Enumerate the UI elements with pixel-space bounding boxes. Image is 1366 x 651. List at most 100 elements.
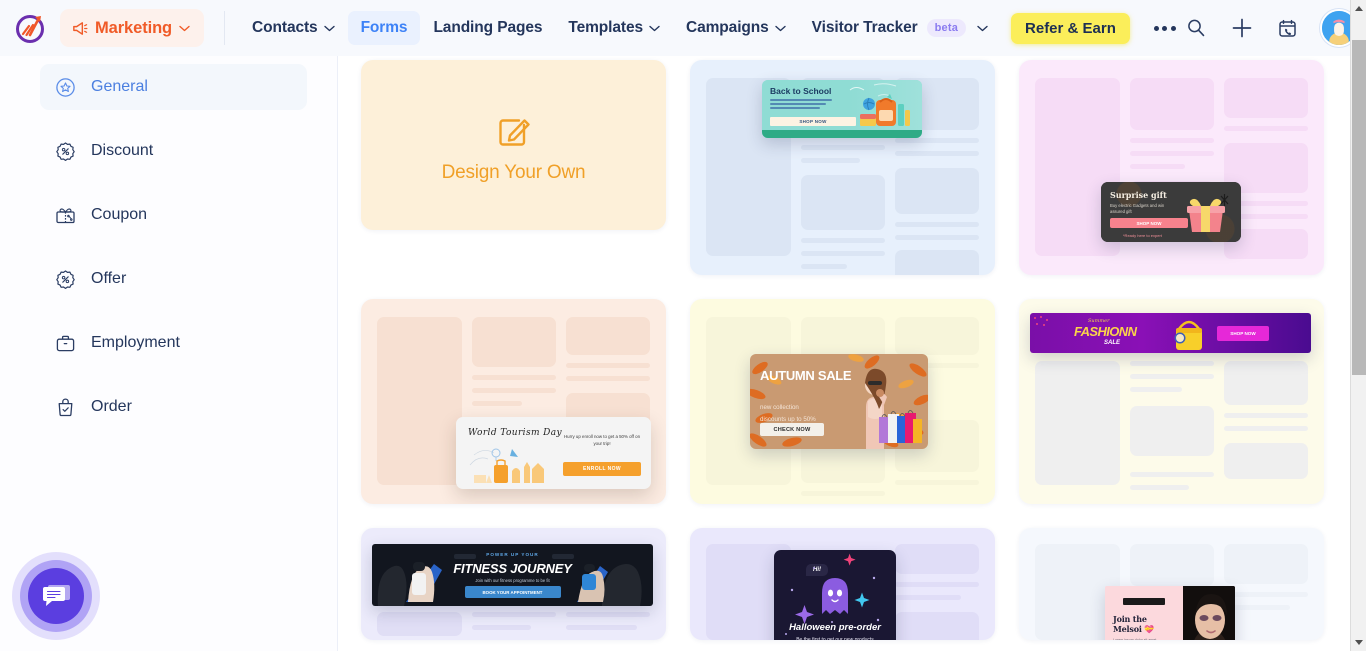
- melsoi-logo: [1123, 598, 1165, 605]
- sidebar-item-label: Offer: [91, 270, 127, 287]
- call-log-icon: [1279, 19, 1297, 37]
- sidebar-item-general[interactable]: General: [40, 64, 307, 110]
- plus-icon: [1232, 18, 1252, 38]
- dot: [1162, 25, 1168, 31]
- sidebar-item-label: Order: [91, 398, 132, 415]
- beta-badge: beta: [926, 19, 967, 37]
- sidebar-item-label: General: [91, 78, 148, 95]
- sidebar-item-coupon[interactable]: Coupon: [40, 192, 307, 238]
- banner-cta: CHECK NOW: [760, 423, 824, 436]
- nav-item-contacts[interactable]: Contacts: [239, 11, 348, 45]
- template-grid: Design Your Own Back to School SHOP NOW …: [361, 60, 1324, 640]
- banner-cta: SHOP NOW: [1217, 326, 1269, 341]
- template-wireframe: [1035, 361, 1308, 490]
- order-check-icon: [54, 396, 76, 418]
- nav-item-campaigns[interactable]: Campaigns: [673, 11, 799, 45]
- top-navigation-bar: Marketing Contacts Forms Landing Pages T…: [0, 0, 1358, 56]
- nav-label: Forms: [360, 19, 408, 36]
- megaphone-icon: [73, 21, 88, 35]
- more-options-button[interactable]: [1148, 20, 1182, 37]
- app-logo[interactable]: [10, 7, 52, 49]
- chevron-down-icon: [774, 25, 786, 31]
- banner-body: Buy electric Gadgets and win assured gif…: [1110, 203, 1165, 215]
- banner-title: FITNESS JOURNEY: [453, 561, 572, 576]
- nav-item-visitor-tracker[interactable]: Visitor Tracker beta: [799, 11, 1001, 45]
- refer-and-earn-button[interactable]: Refer & Earn: [1011, 12, 1130, 44]
- model-photo: [1183, 586, 1235, 640]
- search-icon: [1188, 19, 1205, 37]
- banner-sub-1: new collection: [760, 404, 799, 411]
- banner-title: World Tourism Day: [468, 428, 563, 438]
- template-card-summer-fashion-sale[interactable]: Summer FASHIONN SALE SHOP NOW: [1019, 299, 1324, 504]
- scroll-down-arrow-icon: [1355, 640, 1363, 645]
- page-scrollbar[interactable]: [1350, 0, 1366, 651]
- template-wireframe: [377, 612, 650, 636]
- nav-item-landing-pages[interactable]: Landing Pages: [420, 11, 555, 45]
- banner-body: Lorem ipsum dolor sit amet consectetur: [1113, 638, 1157, 640]
- top-actions: [1182, 9, 1358, 47]
- template-card-autumn-sale[interactable]: AUTUMN SALE new collection discounts up …: [690, 299, 995, 504]
- add-button[interactable]: [1228, 14, 1256, 42]
- nav-label: Visitor Tracker: [811, 19, 918, 36]
- template-card-surprise-gift[interactable]: Surprise gift Buy electric Gadgets and w…: [1019, 60, 1324, 275]
- banner-cta: BOOK YOUR APPOINTMENT: [464, 586, 561, 598]
- template-card-join-the-melsoi[interactable]: Join the Melsoi 💝 Lorem ipsum dolor sit …: [1019, 528, 1324, 640]
- surprise-gift-banner: Surprise gift Buy electric Gadgets and w…: [1101, 182, 1241, 242]
- model-portrait-illustration-icon: [1183, 586, 1235, 640]
- melsoi-form-side: Join the Melsoi 💝 Lorem ipsum dolor sit …: [1105, 586, 1183, 640]
- school-supplies-illustration-icon: [860, 94, 910, 126]
- scroll-up-button[interactable]: [1351, 0, 1366, 17]
- nav-divider: [224, 11, 226, 45]
- halloween-banner: Hi! Halloween pre-order Be the first to …: [774, 550, 896, 640]
- fashion-sale-banner: Summer FASHIONN SALE SHOP NOW: [1030, 313, 1311, 353]
- chevron-down-icon: [649, 25, 660, 31]
- gift-box-illustration-icon: [1187, 194, 1229, 232]
- banner-body: Join with our fitness programme to be fi…: [475, 578, 550, 583]
- sidebar-item-offer[interactable]: Offer: [40, 256, 307, 302]
- banner-note: *Ready here to expert: [1123, 233, 1162, 238]
- chat-widget-button[interactable]: [12, 552, 100, 640]
- workspace-switcher[interactable]: Marketing: [60, 9, 205, 47]
- template-card-fitness-journey[interactable]: POWER UP YOUR FITNESS JOURNEY Join with …: [361, 528, 666, 640]
- design-your-own-card[interactable]: Design Your Own: [361, 60, 666, 230]
- sidebar-item-discount[interactable]: Discount: [40, 128, 307, 174]
- growth-arrow-logo-icon: [16, 15, 44, 43]
- chevron-down-icon: [323, 25, 335, 31]
- percent-badge-icon: [54, 140, 76, 162]
- fitness-journey-banner: POWER UP YOUR FITNESS JOURNEY Join with …: [372, 544, 653, 606]
- banner-cta: ENROLL NOW: [563, 462, 641, 476]
- chat-bubble-icon: [43, 585, 70, 606]
- nav-label: Landing Pages: [433, 19, 543, 36]
- banner-body: Hurry up enroll now to get a 50% off on …: [563, 434, 641, 446]
- banner-title: AUTUMN SALE: [760, 368, 852, 383]
- handbag-illustration-icon: [1174, 320, 1202, 350]
- search-button[interactable]: [1182, 14, 1210, 42]
- chat-widget-ring: [20, 560, 92, 632]
- nav-label: Templates: [568, 19, 644, 36]
- world-tourism-banner: World Tourism Day Hurry up enroll now to…: [456, 417, 651, 489]
- banner-cta: SHOP NOW: [1110, 218, 1188, 228]
- chevron-down-icon: [179, 25, 190, 31]
- star-circle-icon: [54, 76, 76, 98]
- sidebar-item-order[interactable]: Order: [40, 384, 307, 430]
- banner-body-lines: [770, 99, 832, 109]
- nav-item-forms[interactable]: Forms: [347, 11, 421, 45]
- template-gallery: Design Your Own Back to School SHOP NOW …: [339, 56, 1350, 651]
- template-card-halloween-pre-order[interactable]: Hi! Halloween pre-order Be the first to …: [690, 528, 995, 640]
- template-card-back-to-school[interactable]: Back to School SHOP NOW: [690, 60, 995, 275]
- workspace-label: Marketing: [95, 18, 173, 37]
- template-card-world-tourism-day[interactable]: World Tourism Day Hurry up enroll now to…: [361, 299, 666, 504]
- scroll-up-arrow-icon: [1355, 6, 1363, 11]
- banner-subtitle: SALE: [1104, 340, 1121, 346]
- melsoi-banner: Join the Melsoi 💝 Lorem ipsum dolor sit …: [1105, 586, 1235, 640]
- scroll-down-button[interactable]: [1351, 634, 1366, 651]
- sidebar-item-employment[interactable]: Employment: [40, 320, 307, 366]
- banner-body: Be the first to get our new products: [796, 637, 874, 640]
- sidebar-item-label: Employment: [91, 334, 180, 351]
- call-log-button[interactable]: [1274, 14, 1302, 42]
- nav-item-templates[interactable]: Templates: [555, 11, 673, 45]
- chat-widget-core: [28, 568, 84, 624]
- shopping-bags-illustration-icon: [879, 410, 922, 443]
- banner-pretitle: POWER UP YOUR: [486, 552, 539, 557]
- scroll-thumb[interactable]: [1352, 40, 1366, 375]
